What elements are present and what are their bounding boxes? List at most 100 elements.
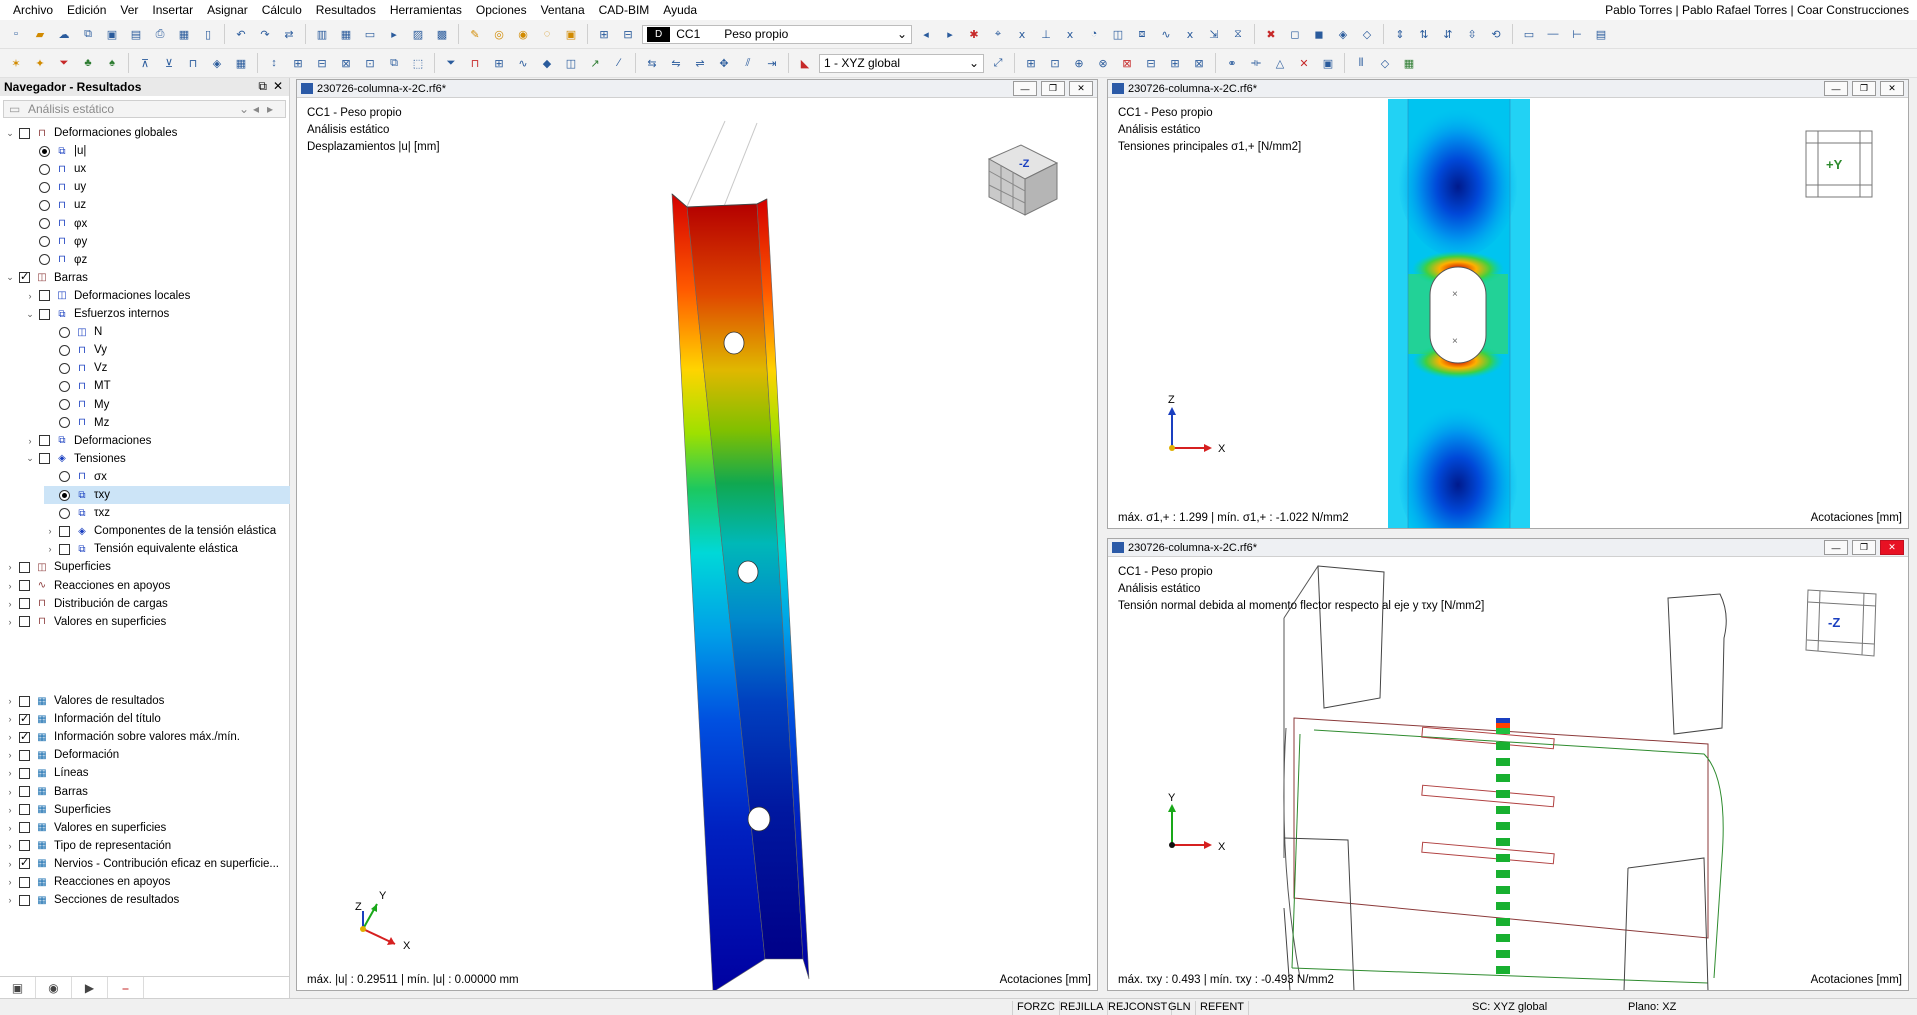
chevron-down-icon[interactable]: ⌄ [24,309,36,320]
solid-view-icon[interactable]: ◼ [1309,24,1329,44]
hinge-icon[interactable]: ⊻ [159,53,179,73]
load-icon[interactable]: ⊓ [465,53,485,73]
chevron-right-icon[interactable]: › [4,877,16,887]
chevron-right-icon[interactable]: › [4,895,16,905]
close-button[interactable]: ✕ [1880,81,1904,96]
navigator-icon[interactable]: ▥ [312,24,332,44]
divide-icon[interactable]: ⫽ [738,53,758,73]
tab-display-icon[interactable]: ◉ [36,977,72,999]
chevron-right-icon[interactable]: › [4,750,16,760]
xxx-values-icon[interactable]: ⅹ [1012,24,1032,44]
columns-icon[interactable]: ⫴ [1351,53,1371,73]
support-icon[interactable]: ⊼ [135,53,155,73]
menu-calculo[interactable]: Cálculo [255,3,309,17]
checkbox[interactable] [19,561,30,573]
table-view-icon[interactable]: ▦ [1399,53,1419,73]
checkbox[interactable] [19,695,30,707]
snap-node-icon[interactable]: ⊡ [1045,53,1065,73]
checkbox[interactable] [19,127,30,139]
snap-solid-icon[interactable]: ⊟ [1141,53,1161,73]
checkbox[interactable] [19,616,30,628]
viewport-canvas[interactable]: × × X Z CC1 - Peso propio Análisis estát… [1108,99,1908,528]
pen-icon[interactable]: ∕ [609,53,629,73]
tree-item-distribucio-n-de-cargas[interactable]: › ⊓ Distribución de cargas [4,595,290,613]
radio-button[interactable] [39,145,50,157]
tab-data-icon[interactable]: ▣ [0,977,36,999]
menu-resultados[interactable]: Resultados [309,3,383,17]
display-item-li-neas[interactable]: › ▦ Líneas [4,764,290,782]
menu-edicion[interactable]: Edición [60,3,113,17]
tree-item-mz[interactable]: ⊓ Mz [44,414,290,432]
status-refent[interactable]: REFENT [1196,1001,1249,1015]
status-gln[interactable]: GLN [1164,1001,1196,1015]
menu-opciones[interactable]: Opciones [469,3,534,17]
magic-icon[interactable]: ✦ [30,53,50,73]
link-icon[interactable]: ⚭ [1222,53,1242,73]
checkbox[interactable] [19,894,30,906]
snap-surface-icon[interactable]: ⊠ [1117,53,1137,73]
tree-item-superficies[interactable]: › ◫ Superficies [4,558,290,576]
chevron-right-icon[interactable]: › [4,714,16,724]
checkbox[interactable] [39,435,50,447]
close-button[interactable]: ✕ [1069,81,1093,96]
display-item-informacio-n-del-ti-tulo[interactable]: › ▦ Información del título [4,710,290,728]
menu-ver[interactable]: Ver [113,3,145,17]
scale-icon[interactable]: ⇌ [690,53,710,73]
script-icon[interactable]: ▨ [408,24,428,44]
layers-icon[interactable]: ▤ [1591,24,1611,44]
zoom-icon[interactable]: ◎ [489,24,509,44]
minimize-button[interactable]: — [1013,81,1037,96]
tree-item-barras[interactable]: ⌄ ◫ Barras [4,269,290,287]
radio-button[interactable] [59,471,70,483]
chevron-right-icon[interactable]: › [44,544,56,554]
chevron-right-icon[interactable]: › [4,562,16,572]
status-rejconst[interactable]: REJCONST [1104,1001,1173,1015]
grid-settings-icon[interactable]: ⊞ [594,24,614,44]
chevron-down-icon[interactable]: ⌄ [24,453,36,464]
solid-icon[interactable]: ◫ [561,53,581,73]
analysis-type-combo[interactable]: ▭ Análisis estático ⌄ ◂▸ [3,100,286,118]
display-item-reacciones-en-apoyos[interactable]: › ▦ Reacciones en apoyos [4,873,290,891]
target-icon[interactable]: ◉ [513,24,533,44]
tree-item-vy[interactable]: ⊓ Vy [44,341,290,359]
display-item-informacio-n-sobre-valores-ma-x-mi-n[interactable]: › ▦ Información sobre valores máx./mín. [4,728,290,746]
viewport-canvas[interactable]: CC1 - Peso propio Análisis estático Desp… [297,99,1097,990]
radio-button[interactable] [59,489,70,501]
frame-icon[interactable]: ⊞ [288,53,308,73]
chevron-right-icon[interactable]: › [4,581,16,591]
checkbox[interactable] [19,598,30,610]
tree-item-u[interactable]: ⧉ |u| [24,142,290,160]
comment-icon[interactable]: ◌ [537,24,557,44]
chevron-down-icon[interactable]: ⌄ [4,128,16,139]
mirror-icon[interactable]: ⇋ [666,53,686,73]
checkbox[interactable] [39,290,50,302]
radio-button[interactable] [59,344,70,356]
axis-z-icon[interactable]: ⇵ [1438,24,1458,44]
tree-item-my[interactable]: ⊓ My [44,396,290,414]
snap-grid-icon[interactable]: ⊞ [1021,53,1041,73]
lock-icon[interactable]: ▣ [1318,53,1338,73]
console-icon[interactable]: ▸ [384,24,404,44]
new-file-icon[interactable]: ▫ [6,24,26,44]
dimension-icon[interactable]: ▣ [561,24,581,44]
display-item-deformacio-n[interactable]: › ▦ Deformación [4,746,290,764]
restore-button[interactable]: ❐ [1041,81,1065,96]
radio-button[interactable] [59,326,70,338]
checkbox[interactable] [39,308,50,320]
tree-item-deformaciones-globales[interactable]: ⌄ ⊓ Deformaciones globales [4,124,290,142]
radio-button[interactable] [39,254,50,266]
nav-arrows-icon[interactable]: ◂▸ [253,102,281,116]
tree-item-esfuerzos-internos[interactable]: ⌄ ⧉ Esfuerzos internos [24,305,290,323]
close-icon[interactable]: ✕ [273,79,283,93]
load-case-combo[interactable]: D CC1 Peso propio ⌄ [642,24,912,44]
undo-icon[interactable]: ↶ [231,24,251,44]
tree-item-vz[interactable]: ⊓ Vz [44,359,290,377]
results-filter-icon[interactable]: ✱ [964,24,984,44]
section-icon[interactable]: ⊓ [183,53,203,73]
display-item-barras[interactable]: › ▦ Barras [4,783,290,801]
tree-item-y[interactable]: ⊓ φy [24,233,290,251]
chevron-right-icon[interactable]: › [4,823,16,833]
snap-all-icon[interactable]: ⊠ [1189,53,1209,73]
checkbox[interactable] [19,749,30,761]
pin-icon[interactable]: ⧉ [258,79,267,94]
